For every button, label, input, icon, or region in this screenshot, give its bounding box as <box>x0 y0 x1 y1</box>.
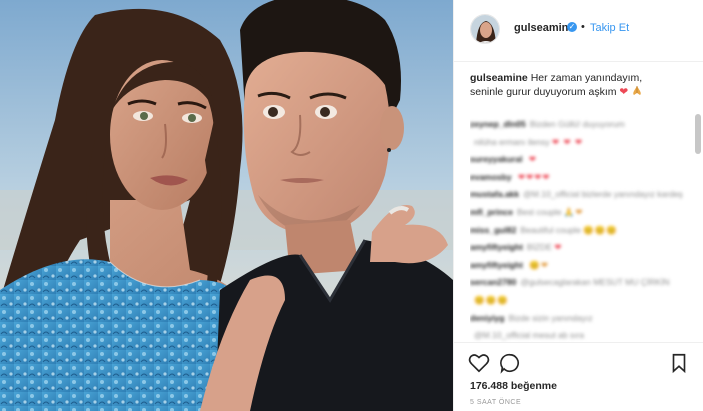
comment-row: sercan2780 @gulsecaglarakan MESUT MU ÇİRK… <box>470 274 686 292</box>
heart-outline-icon[interactable] <box>468 352 490 374</box>
comment-row: evamosby ❤❤❤❤ <box>470 169 686 187</box>
post-side-panel: gulseamine ✓ • Takip Et gulseamine Her z… <box>453 0 703 411</box>
post-actions: 176.488 beğenme 5 SAAT ÖNCE <box>454 342 703 411</box>
comment-row: deniyiyg Bizde sizin yanındayız <box>470 310 686 328</box>
comment-username[interactable]: mustafa.akk <box>470 189 519 199</box>
comment-text: Beautiful couple <box>520 224 581 235</box>
speech-bubble-icon[interactable] <box>499 352 521 374</box>
comment-text: Bizden Güllü! duyuyorum <box>529 119 625 129</box>
comment-text: BİZDE <box>526 242 552 253</box>
post-timestamp[interactable]: 5 SAAT ÖNCE <box>470 399 521 406</box>
comment-row: amyfiftyeight 😊❤ <box>470 257 686 275</box>
comment-emoji: 😊❤ <box>529 259 549 270</box>
comment-text: Bizde sizin yanındayız <box>508 312 593 323</box>
comment-row: miss_gul82 Beautiful couple 😊😊😊 <box>470 222 686 240</box>
comments-scrollbar[interactable] <box>695 114 701 154</box>
follow-button[interactable]: Takip Et <box>590 22 629 34</box>
comment-row: zeynep_dln05 Bizden Güllü! duyuyorum <box>470 116 686 134</box>
comment-emoji: 😊😊😊 <box>583 224 618 235</box>
comment-username[interactable]: evamosby <box>470 172 512 182</box>
praying-hands-emoji-icon <box>633 86 641 95</box>
caption-username[interactable]: gulseamine <box>470 72 528 84</box>
comment-username[interactable]: zeynep_dln05 <box>470 119 526 129</box>
comment-username[interactable]: sercan2780 <box>470 277 516 287</box>
comment-text: @gulsecaglarakan MESUT MU ÇİRKİN <box>520 277 670 288</box>
comment-emoji: ❤ <box>528 154 537 165</box>
comments-list[interactable]: zeynep_dln05 Bizden Güllü! duyuyorum nilü… <box>470 116 686 342</box>
comment-username[interactable]: amyfiftyeight <box>470 260 523 270</box>
heart-emoji: ❤ <box>619 86 629 98</box>
comment-emoji: 🙏❤ <box>563 206 584 217</box>
comment-text: nilüha ermanı ilensy <box>474 136 550 147</box>
verified-badge-icon: ✓ <box>567 22 577 32</box>
comment-emoji: ❤ ❤ ❤ <box>551 136 584 147</box>
comment-row: 😊😊😊 <box>470 292 686 310</box>
comment-row: sureyyakural ❤ <box>470 151 686 169</box>
post-photo[interactable] <box>0 0 453 411</box>
comment-emoji: ❤❤❤❤ <box>517 171 551 182</box>
comment-username[interactable]: amyfiftyeight <box>470 242 523 252</box>
bookmark-icon[interactable] <box>668 352 690 374</box>
avatar-image <box>471 15 499 43</box>
comment-text: @M.10_official bizlerde yanındayız karde… <box>523 189 683 200</box>
comment-username[interactable]: mfl_prince <box>470 207 513 217</box>
comment-row: @M.10_official mesut ab sıra <box>470 327 686 342</box>
post-caption: gulseamine Her zaman yanındayım, seninle… <box>470 71 675 99</box>
instagram-post: gulseamine ✓ • Takip Et gulseamine Her z… <box>0 0 703 411</box>
post-username[interactable]: gulseamine <box>514 22 575 34</box>
comment-row: mfl_prince Best couple 🙏❤ <box>470 204 686 222</box>
comment-emoji: ❤ <box>554 242 563 253</box>
comment-username[interactable]: sureyyakural <box>470 154 522 164</box>
comment-text: Best couple <box>517 206 562 217</box>
comment-text: @M.10_official mesut ab sıra <box>474 330 585 341</box>
separator-dot: • <box>581 21 585 33</box>
comment-emoji: 😊😊😊 <box>474 294 509 305</box>
avatar[interactable] <box>470 14 500 44</box>
post-header: gulseamine ✓ • Takip Et <box>454 0 703 62</box>
comment-row: mustafa.akk @M.10_official bizlerde yanın… <box>470 186 686 204</box>
couple-selfie-image <box>0 0 453 411</box>
comment-row: nilüha ermanı ilensy ❤ ❤ ❤ <box>470 134 686 152</box>
comment-username[interactable]: miss_gul82 <box>470 225 516 235</box>
likes-count[interactable]: 176.488 beğenme <box>470 380 557 392</box>
comment-username[interactable]: deniyiyg <box>470 313 504 323</box>
comment-row: amyfiftyeight BİZDE ❤ <box>470 239 686 257</box>
